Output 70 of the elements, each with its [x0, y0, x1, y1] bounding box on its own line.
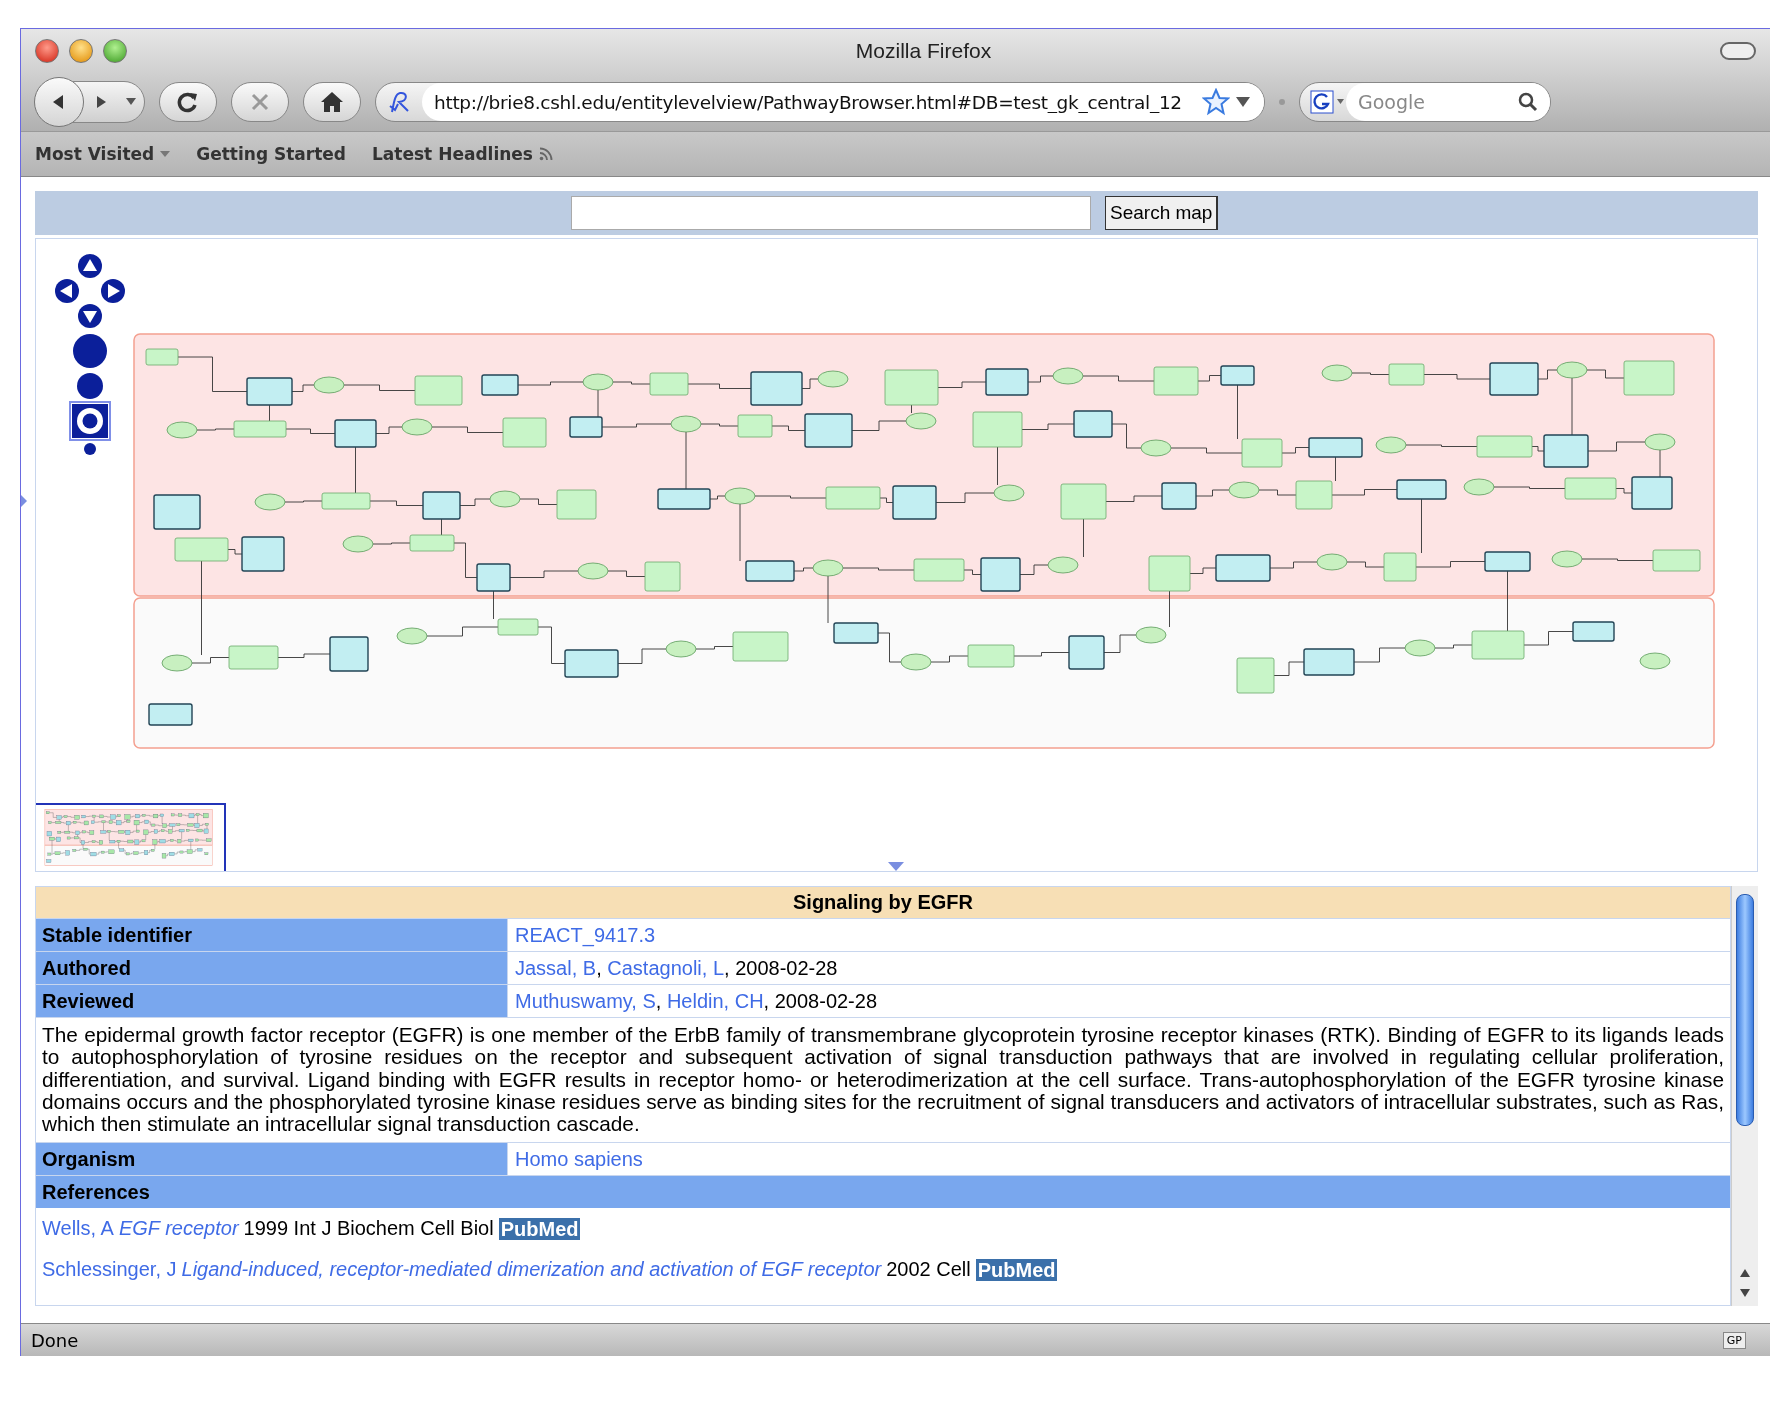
pathway-title: Signaling by EGFR: [36, 887, 1730, 919]
reload-icon: [176, 90, 200, 114]
overview-thumbnail[interactable]: [36, 803, 226, 871]
value-link[interactable]: Castagnoli, L: [607, 957, 725, 979]
status-text: Done: [31, 1329, 79, 1351]
caret-icon: [126, 98, 136, 106]
splitter-handle-icon[interactable]: [888, 862, 904, 871]
url-text: http://brie8.cshl.edu/entitylevelview/PathwayBrowser.html#DB=test_gk_central_12: [434, 91, 1183, 113]
side-handle-icon[interactable]: [21, 495, 27, 507]
back-button[interactable]: [34, 77, 84, 127]
zoom-level-button[interactable]: [72, 404, 108, 438]
window-title: Mozilla Firefox: [854, 39, 993, 63]
value-link[interactable]: Jassal, B: [515, 957, 597, 979]
zoom-button[interactable]: [103, 39, 127, 63]
section-heading: References: [36, 1176, 1730, 1209]
value-link[interactable]: Homo sapiens: [515, 1148, 643, 1171]
author-link[interactable]: Wells, A: [42, 1208, 114, 1250]
search-field[interactable]: Google: [1346, 83, 1550, 121]
reload-button[interactable]: [159, 82, 217, 122]
citation-source: 2002 Cell: [886, 1257, 971, 1283]
minimize-button[interactable]: [69, 39, 93, 63]
author-link[interactable]: Schlessinger, J: [42, 1249, 177, 1291]
scroll-up-icon[interactable]: [1739, 1268, 1751, 1278]
value-text: ,: [655, 990, 663, 1012]
g-logo-icon: [1310, 90, 1346, 114]
zoom-level-button[interactable]: [77, 373, 103, 399]
pubmed-link[interactable]: PubMed: [498, 1218, 581, 1240]
bookmarks-menu-button[interactable]: Most Visited: [29, 140, 177, 168]
search-icon[interactable]: [1518, 92, 1538, 112]
field-label: Authored: [36, 952, 508, 984]
zoom-level-button[interactable]: [73, 334, 107, 368]
toolbar-toggle-button[interactable]: [1720, 42, 1756, 60]
pan-left-button[interactable]: [54, 278, 80, 304]
close-icon: [249, 91, 271, 113]
value-link[interactable]: REACT_9417.3: [515, 924, 656, 946]
map-search-field[interactable]: [571, 196, 1091, 230]
value-link[interactable]: Muthuswamy, S: [515, 990, 656, 1012]
pan-right-button[interactable]: [100, 278, 126, 304]
scroll-down-icon[interactable]: [1739, 1288, 1751, 1298]
citation-source: 1999 Int J Biochem Cell Biol: [243, 1216, 494, 1242]
stop-button[interactable]: [231, 82, 289, 122]
rss-icon: [538, 147, 553, 161]
resize-grip-icon[interactable]: [1279, 99, 1285, 105]
scrollbar[interactable]: [1731, 886, 1758, 1306]
article-title-link[interactable]: Ligand-induced, receptor-mediated dimerization and activation of EGF receptor: [181, 1249, 882, 1291]
value-link[interactable]: Heldin, CH: [666, 990, 764, 1012]
search-map-button[interactable]: Search map: [1105, 196, 1219, 230]
field-label: Stable identifier: [36, 919, 508, 951]
pubmed-link[interactable]: PubMed: [975, 1259, 1058, 1281]
field-label: Reviewed: [36, 985, 508, 1017]
value-text: , 2008-02-28: [724, 957, 838, 979]
home-icon: [320, 91, 344, 113]
bookmark-link[interactable]: Latest Headlines: [366, 140, 559, 168]
url-dropdown-icon[interactable]: [1236, 96, 1250, 108]
bookmark-link[interactable]: Getting Started: [190, 140, 353, 168]
scroll-thumb[interactable]: [1736, 894, 1754, 1126]
value-text: , 2008-02-28: [763, 990, 878, 1012]
home-button[interactable]: [303, 82, 361, 122]
pan-up-button[interactable]: [77, 253, 103, 279]
caret-icon: [160, 150, 171, 158]
pan-down-button[interactable]: [77, 303, 103, 329]
field-label: Organism: [36, 1143, 508, 1176]
close-button[interactable]: [35, 39, 59, 63]
bookmark-star-icon[interactable]: [1202, 88, 1230, 116]
search-engine-button[interactable]: [1310, 90, 1346, 114]
zoom-level-button[interactable]: [84, 443, 96, 455]
value-text: ,: [596, 957, 603, 979]
status-badge: GP: [1722, 1331, 1746, 1349]
address-field[interactable]: http://brie8.cshl.edu/entitylevelview/PathwayBrowser.html#DB=test_gk_central_12: [375, 82, 1265, 122]
article-title-link[interactable]: EGF receptor: [118, 1208, 239, 1250]
